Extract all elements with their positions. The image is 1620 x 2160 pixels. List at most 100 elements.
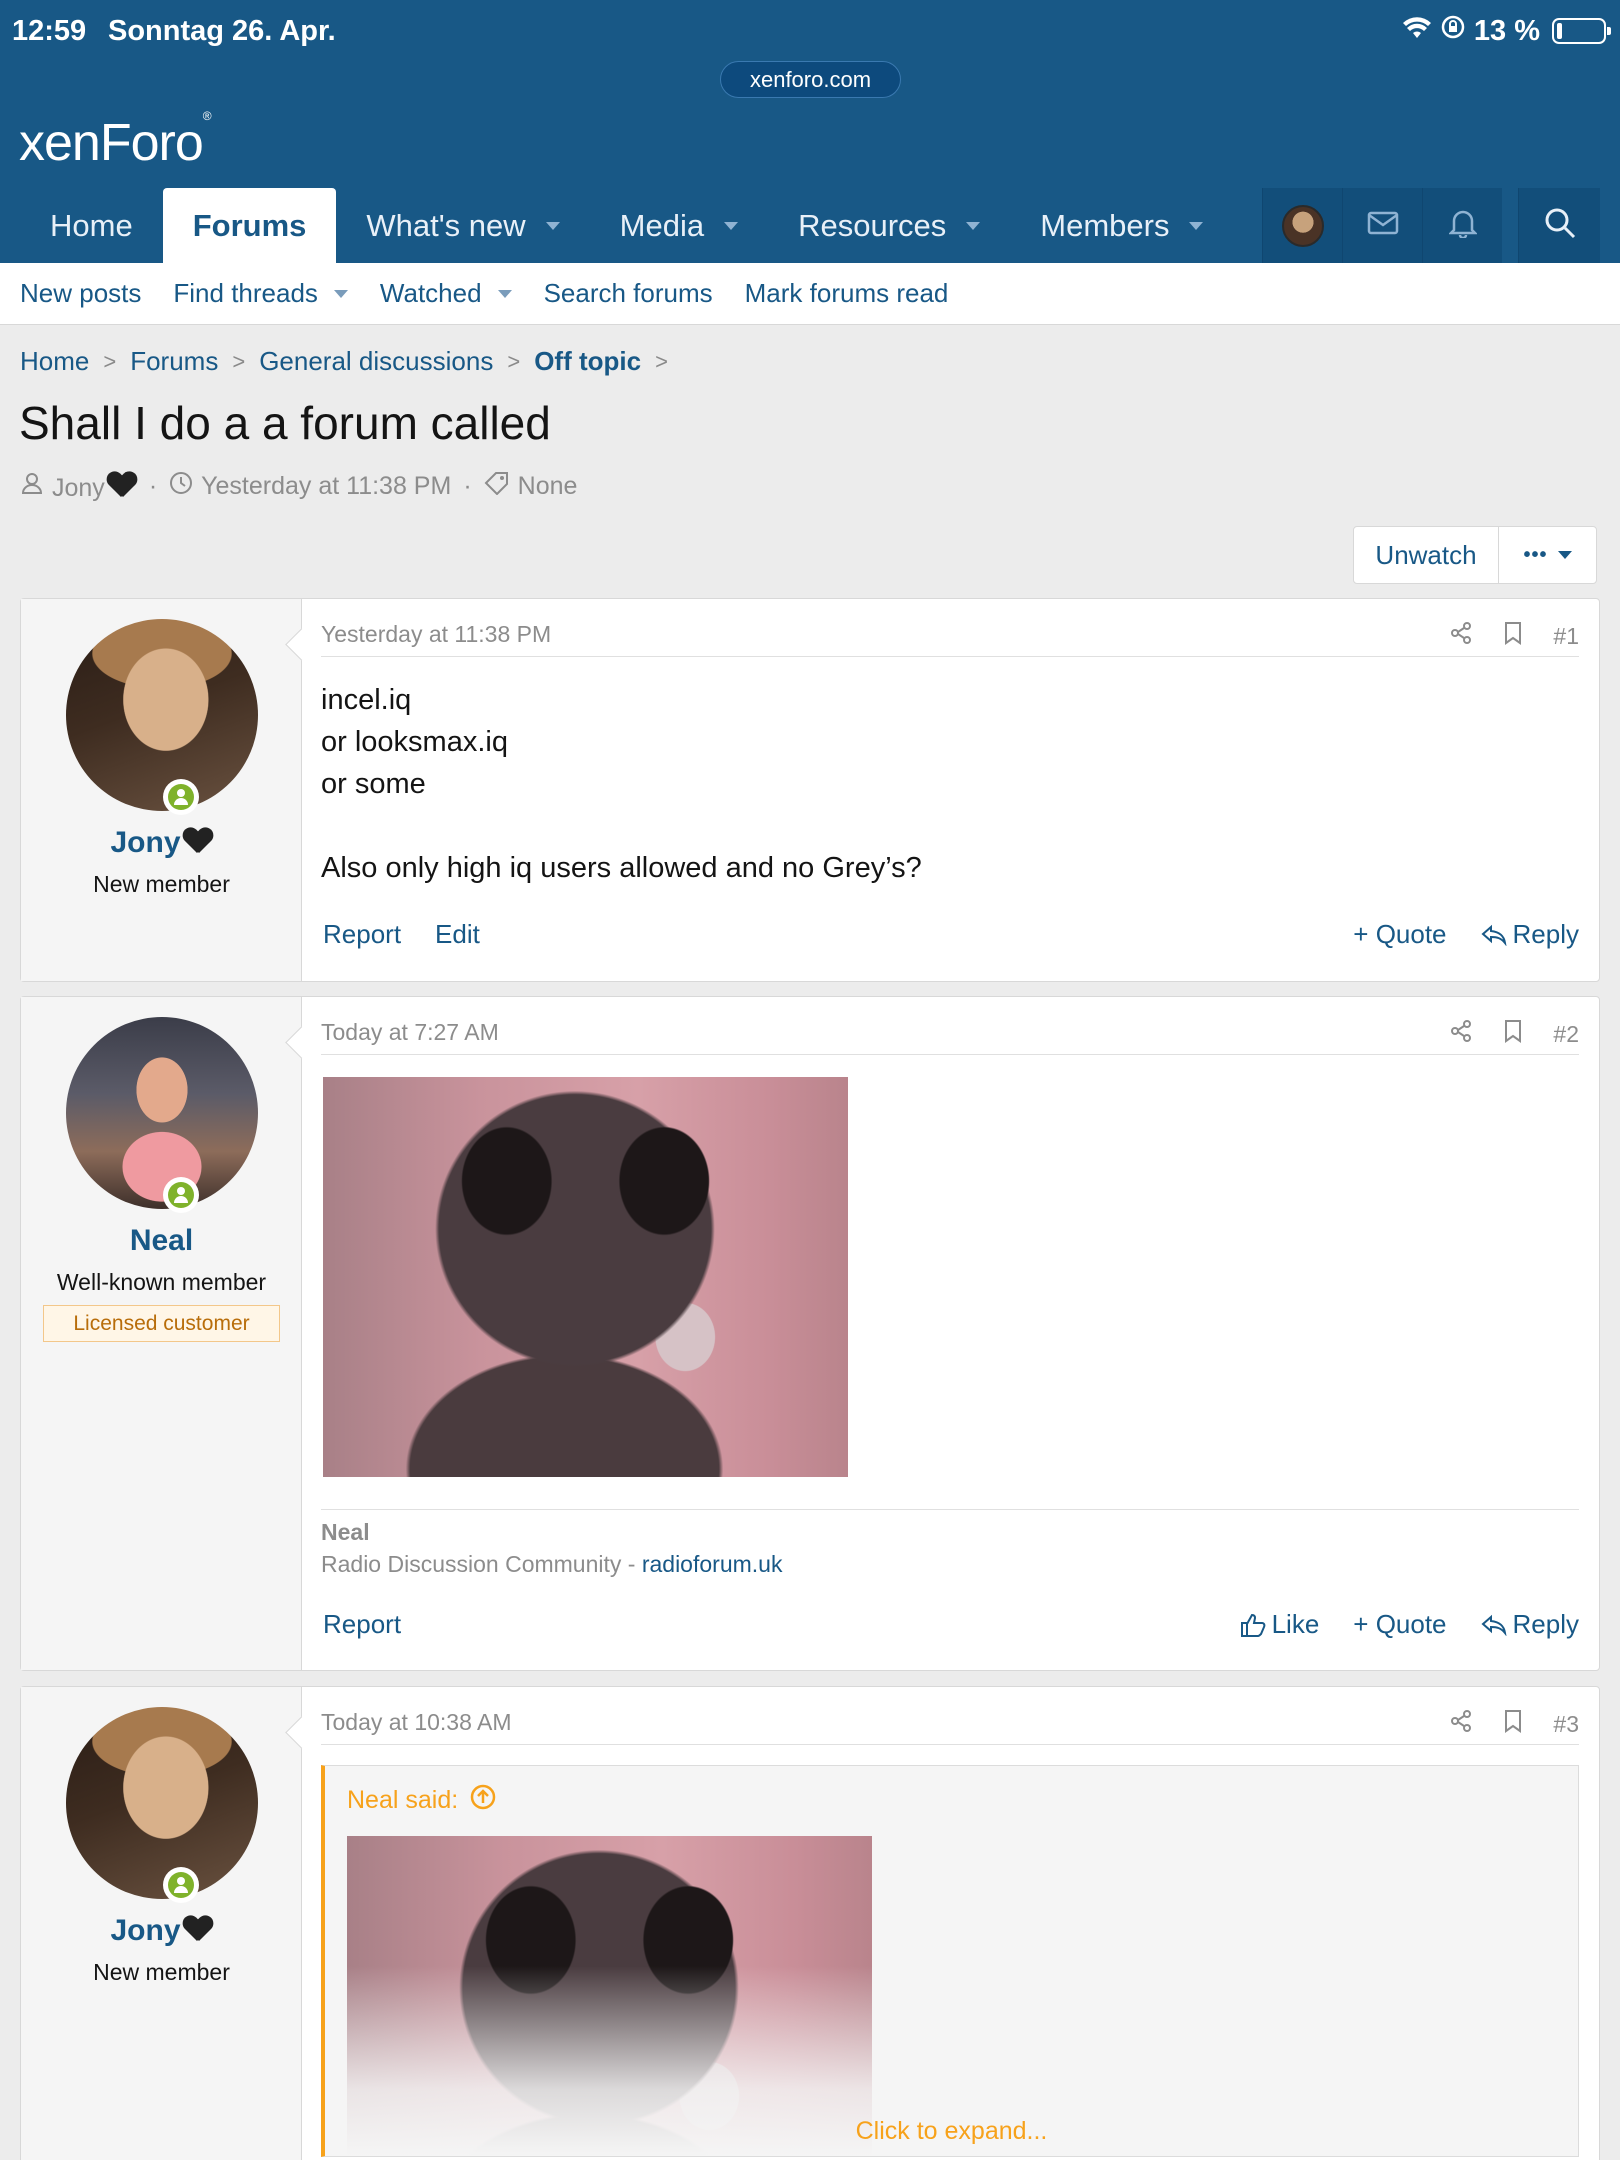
- online-status-icon: [163, 1177, 199, 1213]
- alerts-button[interactable]: [1422, 188, 1502, 263]
- envelope-icon: [1367, 211, 1399, 240]
- share-icon[interactable]: [1449, 1019, 1473, 1049]
- subnav-watched[interactable]: Watched: [380, 278, 512, 309]
- tab-forums[interactable]: Forums: [162, 188, 337, 263]
- avatar[interactable]: [66, 619, 258, 811]
- post-user-panel: Jony New member: [21, 599, 302, 981]
- inbox-button[interactable]: [1342, 188, 1422, 263]
- search-icon: [1544, 207, 1576, 244]
- bookmark-icon[interactable]: [1503, 1709, 1523, 1739]
- share-icon[interactable]: [1449, 621, 1473, 651]
- bookmark-icon[interactable]: [1503, 1019, 1523, 1049]
- thread-actions: Unwatch •••: [1353, 526, 1597, 584]
- thread-date[interactable]: Yesterday at 11:38 PM: [201, 472, 451, 501]
- arrow-up-circle-icon[interactable]: [470, 1784, 496, 1817]
- post-date[interactable]: Today at 10:38 AM: [321, 1709, 512, 1735]
- thread-author[interactable]: Jony: [52, 470, 137, 503]
- tab-members[interactable]: Members: [1010, 188, 1233, 263]
- report-link[interactable]: Report: [323, 1609, 401, 1640]
- chevron-down-icon[interactable]: [1189, 221, 1204, 230]
- user-title: New member: [93, 1959, 230, 1985]
- post-header: Today at 7:27 AM #2: [321, 1019, 1579, 1055]
- post-body: incel.iq or looksmax.iq or some Also onl…: [321, 679, 922, 889]
- site-header: 12:59 Sonntag 26. Apr. 13 % xenforo.com …: [0, 0, 1620, 263]
- status-date: Sonntag 26. Apr.: [108, 15, 336, 47]
- quote-header[interactable]: Neal said:: [347, 1784, 496, 1817]
- chevron-down-icon[interactable]: [724, 221, 739, 230]
- thumbs-up-icon: [1240, 1612, 1266, 1638]
- breadcrumb-general-discussions[interactable]: General discussions: [259, 346, 493, 377]
- status-time: 12:59: [12, 15, 87, 47]
- chevron-down-icon[interactable]: [545, 221, 560, 230]
- chevron-down-icon[interactable]: [333, 289, 348, 298]
- post-2: Neal Well-known member Licensed customer…: [20, 996, 1600, 1671]
- post-number[interactable]: #2: [1553, 1021, 1579, 1048]
- post-line: incel.iq: [321, 684, 412, 716]
- username[interactable]: Jony: [21, 1914, 302, 1948]
- reply-icon: [1480, 924, 1507, 946]
- post-header: Today at 10:38 AM #3: [321, 1709, 1579, 1745]
- reply-icon: [1480, 1614, 1507, 1636]
- chevron-down-icon: [1557, 551, 1572, 559]
- post-date[interactable]: Yesterday at 11:38 PM: [321, 621, 551, 647]
- like-link[interactable]: Like: [1240, 1609, 1319, 1640]
- avatar[interactable]: [66, 1017, 258, 1209]
- share-icon[interactable]: [1449, 1709, 1473, 1739]
- click-to-expand[interactable]: Click to expand...: [325, 2117, 1578, 2146]
- user-icon: [20, 471, 44, 502]
- breadcrumb-forums[interactable]: Forums: [130, 346, 218, 377]
- chevron-down-icon[interactable]: [966, 221, 981, 230]
- site-logo[interactable]: xenForo®: [19, 109, 212, 173]
- subnav-new-posts[interactable]: New posts: [20, 278, 141, 309]
- signature: Neal Radio Discussion Community - radiof…: [321, 1509, 1579, 1580]
- post-number[interactable]: #3: [1553, 1711, 1579, 1738]
- chevron-right-icon: >: [103, 348, 117, 374]
- url-bar[interactable]: xenforo.com: [720, 61, 901, 98]
- black-heart-icon: [183, 826, 213, 854]
- bookmark-icon[interactable]: [1503, 621, 1523, 651]
- quote-link[interactable]: + Quote: [1353, 919, 1446, 950]
- more-options-button[interactable]: •••: [1499, 527, 1596, 583]
- tag-icon: [484, 471, 510, 502]
- post-user-panel: Jony New member: [21, 1687, 302, 2160]
- subnav-mark-forums-read[interactable]: Mark forums read: [745, 278, 949, 309]
- username[interactable]: Jony: [21, 826, 302, 860]
- reply-link[interactable]: Reply: [1480, 1609, 1579, 1640]
- quote-block: Neal said: Click to expand...: [321, 1765, 1579, 2157]
- post-line: or some: [321, 768, 426, 800]
- chevron-right-icon: >: [507, 348, 521, 374]
- avatar[interactable]: [66, 1707, 258, 1899]
- thread-meta: Jony · Yesterday at 11:38 PM · None: [20, 470, 577, 503]
- chevron-right-icon: >: [655, 348, 668, 374]
- post-date[interactable]: Today at 7:27 AM: [321, 1019, 499, 1045]
- status-bar: 12:59 Sonntag 26. Apr. 13 %: [0, 0, 1620, 60]
- nav-user-tools: [1262, 188, 1600, 263]
- breadcrumb-off-topic[interactable]: Off topic: [534, 346, 641, 377]
- tab-resources[interactable]: Resources: [768, 188, 1010, 263]
- online-status-icon: [163, 779, 199, 815]
- signature-link[interactable]: radioforum.uk: [642, 1551, 783, 1577]
- main-nav: Home Forums What's new Media Resources M…: [0, 188, 1233, 263]
- subnav-search-forums[interactable]: Search forums: [544, 278, 713, 309]
- username[interactable]: Neal: [21, 1224, 302, 1258]
- breadcrumb-home[interactable]: Home: [20, 346, 89, 377]
- post-number[interactable]: #1: [1553, 623, 1579, 650]
- search-button[interactable]: [1518, 188, 1600, 263]
- post-3: Jony New member Today at 10:38 AM #3 Nea…: [20, 1686, 1600, 2160]
- user-title: Well-known member: [56, 1269, 267, 1295]
- report-link[interactable]: Report: [323, 919, 401, 950]
- chevron-down-icon[interactable]: [497, 289, 512, 298]
- tab-media[interactable]: Media: [590, 188, 768, 263]
- unwatch-button[interactable]: Unwatch: [1354, 527, 1499, 583]
- user-banner: Licensed customer: [43, 1305, 280, 1342]
- reply-link[interactable]: Reply: [1480, 919, 1579, 950]
- black-heart-icon: [183, 1914, 213, 1942]
- tab-home[interactable]: Home: [0, 188, 163, 263]
- account-button[interactable]: [1262, 188, 1342, 263]
- subnav-find-threads[interactable]: Find threads: [173, 278, 348, 309]
- tab-whats-new[interactable]: What's new: [336, 188, 589, 263]
- post-image-alien[interactable]: [323, 1077, 848, 1477]
- post-line: or looksmax.iq: [321, 726, 508, 758]
- edit-link[interactable]: Edit: [435, 919, 480, 950]
- quote-link[interactable]: + Quote: [1353, 1609, 1446, 1640]
